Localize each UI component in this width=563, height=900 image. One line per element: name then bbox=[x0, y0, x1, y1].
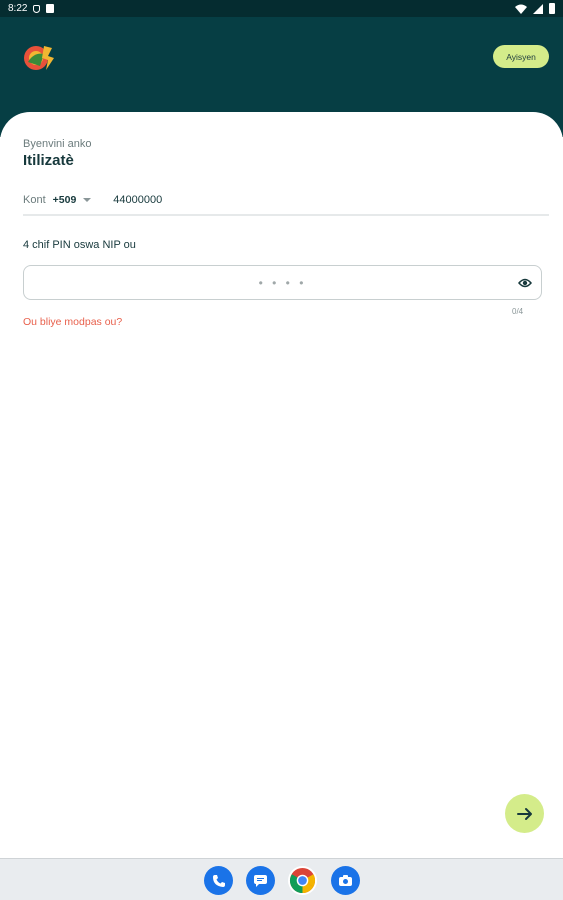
pin-field[interactable] bbox=[23, 265, 542, 300]
account-row: Kont +509 bbox=[23, 186, 549, 216]
chevron-down-icon[interactable] bbox=[83, 198, 92, 202]
language-button[interactable]: Ayisyen bbox=[493, 45, 549, 68]
forgot-password-link[interactable]: Ou bliye modpas ou? bbox=[23, 316, 122, 328]
arrow-right-icon bbox=[516, 807, 532, 820]
phone-icon[interactable] bbox=[204, 866, 233, 895]
status-bar: 8:22 bbox=[0, 0, 563, 17]
welcome-text: Byenvini anko bbox=[23, 138, 92, 150]
pin-counter: 0/4 bbox=[512, 307, 524, 316]
eye-icon[interactable] bbox=[518, 277, 532, 289]
camera-icon[interactable] bbox=[331, 866, 360, 895]
battery-icon bbox=[549, 3, 555, 14]
next-button[interactable] bbox=[505, 794, 544, 833]
shield-icon bbox=[33, 4, 41, 13]
status-time: 8:22 bbox=[8, 3, 28, 14]
pin-label: 4 chif PIN oswa NIP ou bbox=[23, 239, 136, 251]
login-sheet: Byenvini anko Itilizatè Kont +509 4 chif… bbox=[0, 112, 563, 858]
pin-input[interactable] bbox=[232, 275, 333, 290]
country-code-selector[interactable]: +509 bbox=[53, 194, 77, 206]
sim-card-icon bbox=[46, 4, 55, 13]
messages-icon[interactable] bbox=[246, 866, 275, 895]
chrome-icon[interactable] bbox=[288, 866, 317, 895]
account-label: Kont bbox=[23, 194, 46, 206]
system-dock bbox=[0, 858, 563, 900]
app-logo-icon bbox=[24, 46, 54, 70]
wifi-icon bbox=[515, 4, 527, 14]
signal-icon bbox=[533, 3, 543, 14]
user-title: Itilizatè bbox=[23, 152, 74, 169]
phone-number-input[interactable] bbox=[113, 194, 414, 206]
